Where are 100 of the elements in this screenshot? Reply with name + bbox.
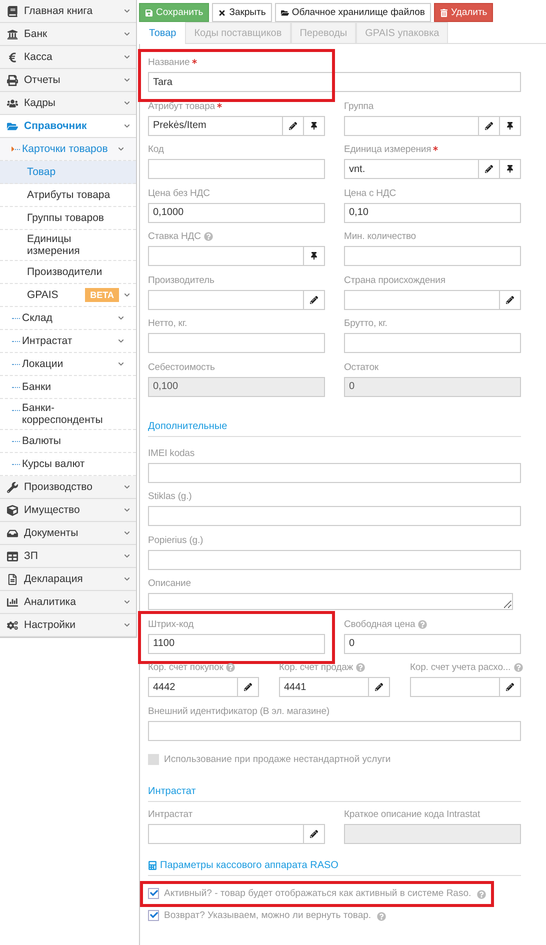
input-field[interactable]: 1100 xyxy=(148,634,325,654)
chevron-icon xyxy=(124,484,130,490)
input-field[interactable] xyxy=(148,333,325,353)
pin-icon xyxy=(506,122,514,130)
save-icon xyxy=(145,8,153,16)
edit-button[interactable] xyxy=(304,824,325,844)
chevron-icon xyxy=(118,315,124,321)
input-field[interactable] xyxy=(148,290,304,310)
menu-item[interactable]: Отчеты xyxy=(0,69,136,92)
menu-item[interactable]: Аналитика xyxy=(0,591,136,614)
edit-button[interactable] xyxy=(479,159,500,179)
chevron-icon xyxy=(118,338,124,344)
input-field[interactable] xyxy=(344,824,521,844)
field-label: Производитель xyxy=(148,274,214,288)
field-label: Кор. счет продаж xyxy=(279,661,354,675)
edit-button[interactable] xyxy=(500,290,521,310)
chevron-icon xyxy=(124,507,130,513)
input-field[interactable] xyxy=(148,550,521,570)
input-field[interactable]: Prekės/Item xyxy=(148,116,283,136)
chevron-icon xyxy=(124,100,130,106)
input-field[interactable] xyxy=(344,333,521,353)
field-label: Stiklas (g.) xyxy=(148,490,192,504)
delete-button[interactable]: Удалить xyxy=(434,3,494,22)
pin-icon xyxy=(310,122,318,130)
menu-item[interactable]: Локации xyxy=(0,353,136,376)
field-label: Внешний идентификатор (В эл. магазине) xyxy=(148,704,330,718)
input-field[interactable]: vnt. xyxy=(344,159,479,179)
field-label: Себестоимость xyxy=(148,360,215,374)
pencil-icon xyxy=(506,296,514,304)
document-icon xyxy=(6,574,19,584)
input-field[interactable]: 0,100 xyxy=(148,376,325,396)
menu-item[interactable]: Главная книга xyxy=(0,0,136,23)
menu-item[interactable]: Курсы валют xyxy=(0,453,136,476)
edit-button[interactable] xyxy=(479,116,500,136)
menu-item[interactable]: Интрастат xyxy=(0,330,136,353)
beta-badge: BETA xyxy=(85,288,119,302)
input-field[interactable] xyxy=(344,290,500,310)
field-label: Брутто, кг. xyxy=(344,317,388,331)
input-field[interactable] xyxy=(148,506,521,526)
menu-item[interactable]: Производство xyxy=(0,476,136,499)
pin-button[interactable] xyxy=(304,246,325,266)
input-field[interactable]: 0 xyxy=(344,634,521,654)
checkbox[interactable] xyxy=(148,910,159,920)
pencil-icon xyxy=(244,683,252,691)
pin-button[interactable] xyxy=(500,159,521,179)
chart-icon xyxy=(6,596,19,608)
pencil-icon xyxy=(485,165,493,173)
folder-icon xyxy=(6,120,19,132)
help-icon[interactable] xyxy=(226,663,236,672)
menu-item[interactable]: Банки xyxy=(0,376,136,399)
chevron-icon xyxy=(124,292,130,298)
field-label: Краткое описание кода Intrastat xyxy=(344,808,480,822)
pin-button[interactable] xyxy=(304,116,325,136)
menu-item[interactable]: Декларация xyxy=(0,568,136,591)
checkbox-label: Использование при продаже нестандартной услуги xyxy=(164,754,391,764)
field-label: Описание xyxy=(148,577,191,591)
menu-item[interactable]: Кадры xyxy=(0,92,136,115)
pencil-icon xyxy=(375,683,383,691)
menu-item[interactable]: Банк xyxy=(0,23,136,46)
input-field[interactable]: 0 xyxy=(344,376,521,396)
menu-item[interactable]: Валюты xyxy=(0,430,136,453)
input-field[interactable] xyxy=(148,462,521,482)
input-field[interactable]: 4442 xyxy=(148,677,238,697)
checkbox[interactable] xyxy=(148,888,159,898)
menu-item[interactable]: Склад xyxy=(0,307,136,330)
edit-button[interactable] xyxy=(238,677,259,697)
gears-icon xyxy=(6,620,19,630)
cloud-button[interactable]: Облачное хранилище файлов xyxy=(274,3,431,22)
inbox-icon xyxy=(6,528,19,538)
input-field[interactable]: 4441 xyxy=(279,677,369,697)
close-button[interactable]: Закрыть xyxy=(212,3,272,22)
edit-button[interactable] xyxy=(304,290,325,310)
field-label: Popierius (g.) xyxy=(148,534,204,548)
input-field[interactable]: 0,10 xyxy=(344,202,521,222)
chevron-icon xyxy=(118,361,124,367)
menu-item[interactable]: ЗП xyxy=(0,545,136,568)
menu-item[interactable]: Банки-корреспонденты xyxy=(0,399,136,430)
input-field[interactable] xyxy=(148,159,325,179)
chevron-icon xyxy=(124,622,130,628)
edit-button[interactable] xyxy=(283,116,304,136)
menu-item[interactable]: Имущество xyxy=(0,499,136,522)
input-field[interactable] xyxy=(344,246,521,266)
menu-item[interactable]: Документы xyxy=(0,522,136,545)
edit-button[interactable] xyxy=(500,677,521,697)
pin-button[interactable] xyxy=(500,116,521,136)
input-field[interactable]: Tara xyxy=(148,72,521,92)
text-area[interactable] xyxy=(148,593,513,610)
input-field[interactable] xyxy=(148,824,304,844)
menu-item[interactable]: Касса xyxy=(0,46,136,69)
input-field[interactable] xyxy=(410,677,500,697)
pencil-icon xyxy=(289,122,297,130)
field-label: Цена без НДС xyxy=(148,186,210,200)
input-field[interactable] xyxy=(148,720,521,740)
edit-button[interactable] xyxy=(369,677,390,697)
input-field[interactable] xyxy=(148,246,304,266)
menu-item[interactable]: Настройки xyxy=(0,614,136,637)
field-label: Ставка НДС xyxy=(148,230,201,244)
cube-icon xyxy=(6,504,19,516)
input-field[interactable]: 0,1000 xyxy=(148,202,325,222)
input-field[interactable] xyxy=(344,116,479,136)
